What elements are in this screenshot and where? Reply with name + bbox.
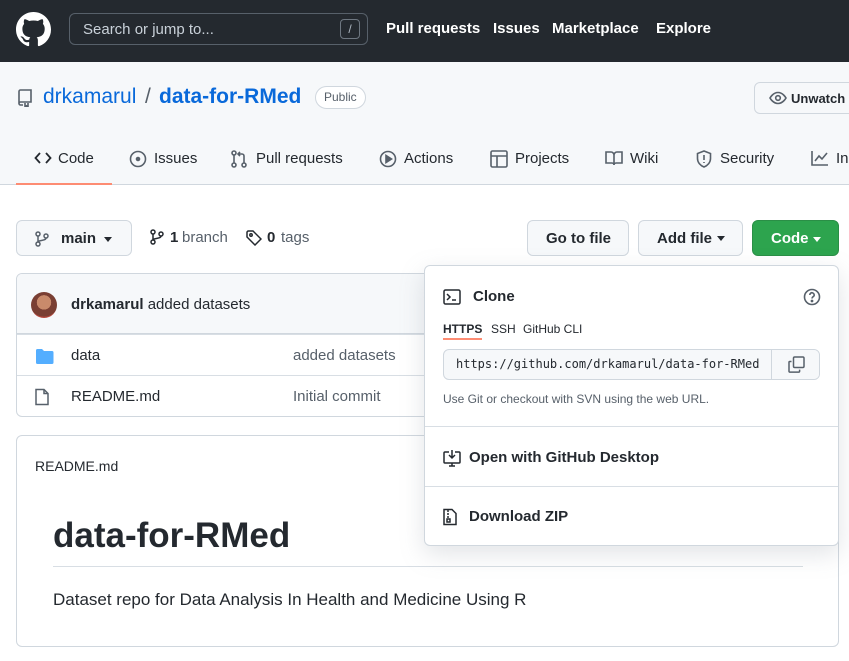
nav-pull-requests[interactable]: Pull requests — [386, 20, 480, 37]
play-icon — [379, 150, 397, 168]
git-branch-icon — [35, 231, 49, 247]
visibility-badge: Public — [315, 86, 366, 109]
nav-explore[interactable]: Explore — [656, 20, 711, 37]
file-commit-message[interactable]: Initial commit — [293, 388, 381, 405]
clone-tab-https[interactable]: HTTPS — [443, 322, 483, 340]
issue-opened-icon — [129, 150, 147, 168]
file-name[interactable]: data — [71, 347, 100, 364]
clone-url[interactable]: https://github.com/drkamarul/data-for-RM… — [456, 357, 761, 371]
nav-marketplace[interactable]: Marketplace — [552, 20, 639, 37]
open-with-desktop-label: Open with GitHub Desktop — [469, 449, 659, 466]
add-file-button[interactable]: Add file — [638, 220, 743, 256]
unwatch-label: Unwatch — [791, 91, 846, 106]
chevron-down-icon — [813, 237, 821, 242]
file-browser: drkamarul added datasets data added data… — [16, 273, 440, 417]
divider — [425, 426, 838, 427]
file-name[interactable]: README.md — [71, 388, 160, 405]
tab-code-label: Code — [58, 150, 94, 167]
nav-issues[interactable]: Issues — [493, 20, 540, 37]
file-icon — [35, 388, 49, 406]
clone-dropdown: Clone HTTPS SSH GitHub CLI https://githu… — [424, 265, 839, 546]
add-file-label: Add file — [657, 230, 712, 247]
tab-pull-requests-label: Pull requests — [256, 150, 343, 167]
tab-projects-label: Projects — [515, 150, 570, 167]
github-logo-icon[interactable] — [16, 12, 51, 47]
branch-name: main — [61, 230, 97, 247]
search-input[interactable]: Search or jump to... / — [69, 13, 368, 45]
repo-header: drkamarul / data-for-RMed Public Unwatch… — [0, 62, 849, 185]
tab-code[interactable]: Code — [16, 150, 112, 185]
tab-issues[interactable]: Issues — [129, 150, 209, 185]
code-button[interactable]: Code — [752, 220, 839, 256]
open-with-desktop-button[interactable]: Open with GitHub Desktop — [443, 449, 703, 469]
git-branch-icon — [150, 229, 164, 245]
repo-icon — [18, 89, 32, 107]
global-header: Search or jump to... / Pull requests Iss… — [0, 0, 849, 62]
desktop-download-icon — [443, 450, 461, 467]
chevron-down-icon — [717, 236, 725, 241]
code-button-label: Code — [771, 230, 809, 247]
tag-label: tags — [281, 229, 310, 246]
go-to-file-button[interactable]: Go to file — [527, 220, 629, 256]
tab-wiki-label: Wiki — [630, 150, 659, 167]
tab-wiki[interactable]: Wiki — [605, 150, 675, 185]
tab-actions[interactable]: Actions — [379, 150, 469, 185]
readme-heading: data-for-RMed — [53, 516, 291, 555]
clone-title: Clone — [473, 288, 515, 305]
clone-tab-github-cli[interactable]: GitHub CLI — [523, 322, 582, 336]
tab-pull-requests[interactable]: Pull requests — [231, 150, 361, 185]
code-icon — [34, 152, 52, 164]
tab-security-label: Security — [720, 150, 775, 167]
git-pull-request-icon — [231, 150, 247, 168]
file-zip-icon — [443, 508, 457, 526]
go-to-file-label: Go to file — [546, 230, 611, 247]
latest-commit: drkamarul added datasets — [71, 296, 250, 313]
tab-issues-label: Issues — [154, 150, 198, 167]
avatar[interactable] — [31, 292, 57, 318]
latest-commit-row: drkamarul added datasets — [17, 274, 439, 334]
file-row[interactable]: README.md Initial commit — [17, 375, 439, 416]
readme-description: Dataset repo for Data Analysis In Health… — [53, 590, 527, 609]
divider — [425, 486, 838, 487]
repo-name-link[interactable]: data-for-RMed — [159, 85, 301, 109]
readme-filename[interactable]: README.md — [35, 458, 118, 474]
search-placeholder: Search or jump to... — [83, 21, 214, 38]
tab-security[interactable]: Security — [696, 150, 796, 185]
download-zip-label: Download ZIP — [469, 508, 569, 525]
repo-owner-link[interactable]: drkamarul — [43, 85, 136, 109]
branch-label: branch — [182, 229, 228, 246]
commit-message[interactable]: added datasets — [148, 296, 251, 313]
folder-icon — [36, 349, 54, 364]
branch-select-button[interactable]: main — [16, 220, 132, 256]
repo-path-separator: / — [145, 85, 151, 108]
question-icon[interactable] — [803, 288, 821, 306]
eye-icon — [769, 91, 787, 105]
download-zip-button[interactable]: Download ZIP — [443, 508, 643, 528]
tab-insights[interactable]: In — [811, 150, 849, 185]
graph-icon — [811, 151, 828, 166]
book-icon — [605, 151, 623, 166]
terminal-icon — [443, 289, 461, 305]
copy-icon — [788, 356, 805, 373]
copy-url-button[interactable] — [771, 350, 819, 379]
table-icon — [490, 150, 508, 168]
tab-insights-label: In — [836, 150, 849, 167]
tag-count: 0 — [267, 229, 276, 246]
readme-divider — [53, 566, 803, 567]
shield-icon — [696, 150, 712, 168]
chevron-down-icon — [104, 237, 112, 242]
tab-projects[interactable]: Projects — [490, 150, 585, 185]
clone-hint: Use Git or checkout with SVN using the w… — [443, 392, 710, 406]
file-row[interactable]: data added datasets — [17, 334, 439, 375]
clone-tab-ssh[interactable]: SSH — [491, 322, 516, 336]
search-shortcut-badge: / — [340, 19, 360, 39]
branch-count: 1 — [170, 229, 179, 246]
file-commit-message[interactable]: added datasets — [293, 347, 396, 364]
commit-author[interactable]: drkamarul — [71, 296, 144, 313]
tag-icon — [246, 230, 262, 246]
clone-url-field[interactable]: https://github.com/drkamarul/data-for-RM… — [443, 349, 820, 380]
unwatch-button[interactable]: Unwatch — [754, 82, 849, 114]
tab-actions-label: Actions — [404, 150, 454, 167]
